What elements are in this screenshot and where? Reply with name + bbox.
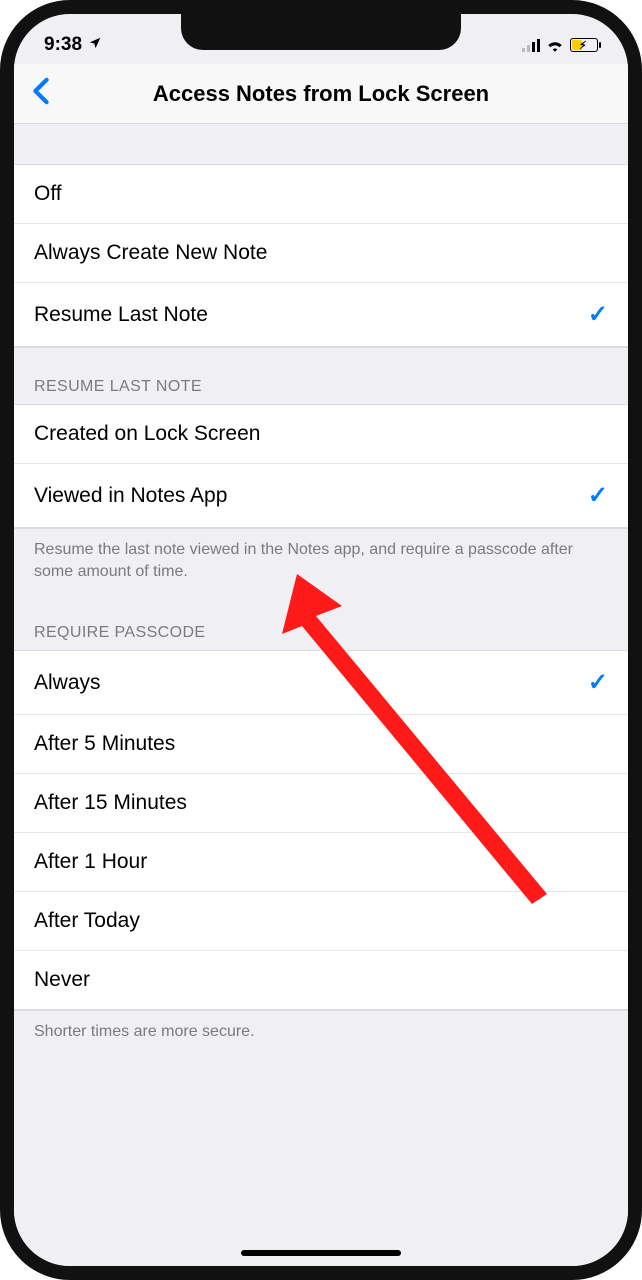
option-viewed-in-notes-app[interactable]: Viewed in Notes App ✓ [14,463,628,528]
status-left: 9:38 [44,34,102,56]
back-button[interactable] [24,77,58,111]
option-resume-last-note[interactable]: Resume Last Note ✓ [14,282,628,347]
option-created-on-lock-screen[interactable]: Created on Lock Screen [14,404,628,463]
option-label: Never [34,968,90,992]
option-after-5-minutes[interactable]: After 5 Minutes [14,714,628,773]
passcode-section-header: REQUIRE PASSCODE [14,594,628,650]
resume-section-footer: Resume the last note viewed in the Notes… [14,529,628,594]
option-always[interactable]: Always ✓ [14,650,628,714]
option-always-create-new-note[interactable]: Always Create New Note [14,223,628,282]
checkmark-icon: ✓ [588,300,608,329]
checkmark-icon: ✓ [588,668,608,697]
option-label: Always [34,671,101,695]
option-label: Off [34,182,62,206]
device-notch [181,14,461,50]
resume-group: Created on Lock Screen Viewed in Notes A… [14,404,628,529]
option-label: After Today [34,909,140,933]
battery-icon: ⚡︎ [570,38,598,52]
option-label: Created on Lock Screen [34,422,260,446]
option-label: Resume Last Note [34,303,208,327]
resume-section-header: RESUME LAST NOTE [14,348,628,404]
nav-bar: Access Notes from Lock Screen [14,64,628,124]
wifi-icon [546,38,564,52]
option-after-today[interactable]: After Today [14,891,628,950]
home-indicator[interactable] [241,1250,401,1256]
status-time: 9:38 [44,34,82,56]
iphone-frame: 9:38 ⚡︎ [0,0,642,1280]
option-label: Always Create New Note [34,241,267,265]
option-off[interactable]: Off [14,164,628,223]
option-label: After 15 Minutes [34,791,187,815]
screen: 9:38 ⚡︎ [14,14,628,1266]
option-after-15-minutes[interactable]: After 15 Minutes [14,773,628,832]
settings-list[interactable]: Off Always Create New Note Resume Last N… [14,124,628,1266]
cellular-signal-icon [522,38,540,52]
option-label: Viewed in Notes App [34,484,227,508]
passcode-group: Always ✓ After 5 Minutes After 15 Minute… [14,650,628,1011]
option-never[interactable]: Never [14,950,628,1010]
passcode-section-footer: Shorter times are more secure. [14,1011,628,1055]
option-label: After 1 Hour [34,850,147,874]
checkmark-icon: ✓ [588,481,608,510]
option-after-1-hour[interactable]: After 1 Hour [14,832,628,891]
nav-title: Access Notes from Lock Screen [14,81,628,107]
option-label: After 5 Minutes [34,732,175,756]
battery-charging-icon: ⚡︎ [579,39,587,52]
access-mode-group: Off Always Create New Note Resume Last N… [14,164,628,348]
location-arrow-icon [88,34,102,56]
status-right: ⚡︎ [522,38,598,52]
